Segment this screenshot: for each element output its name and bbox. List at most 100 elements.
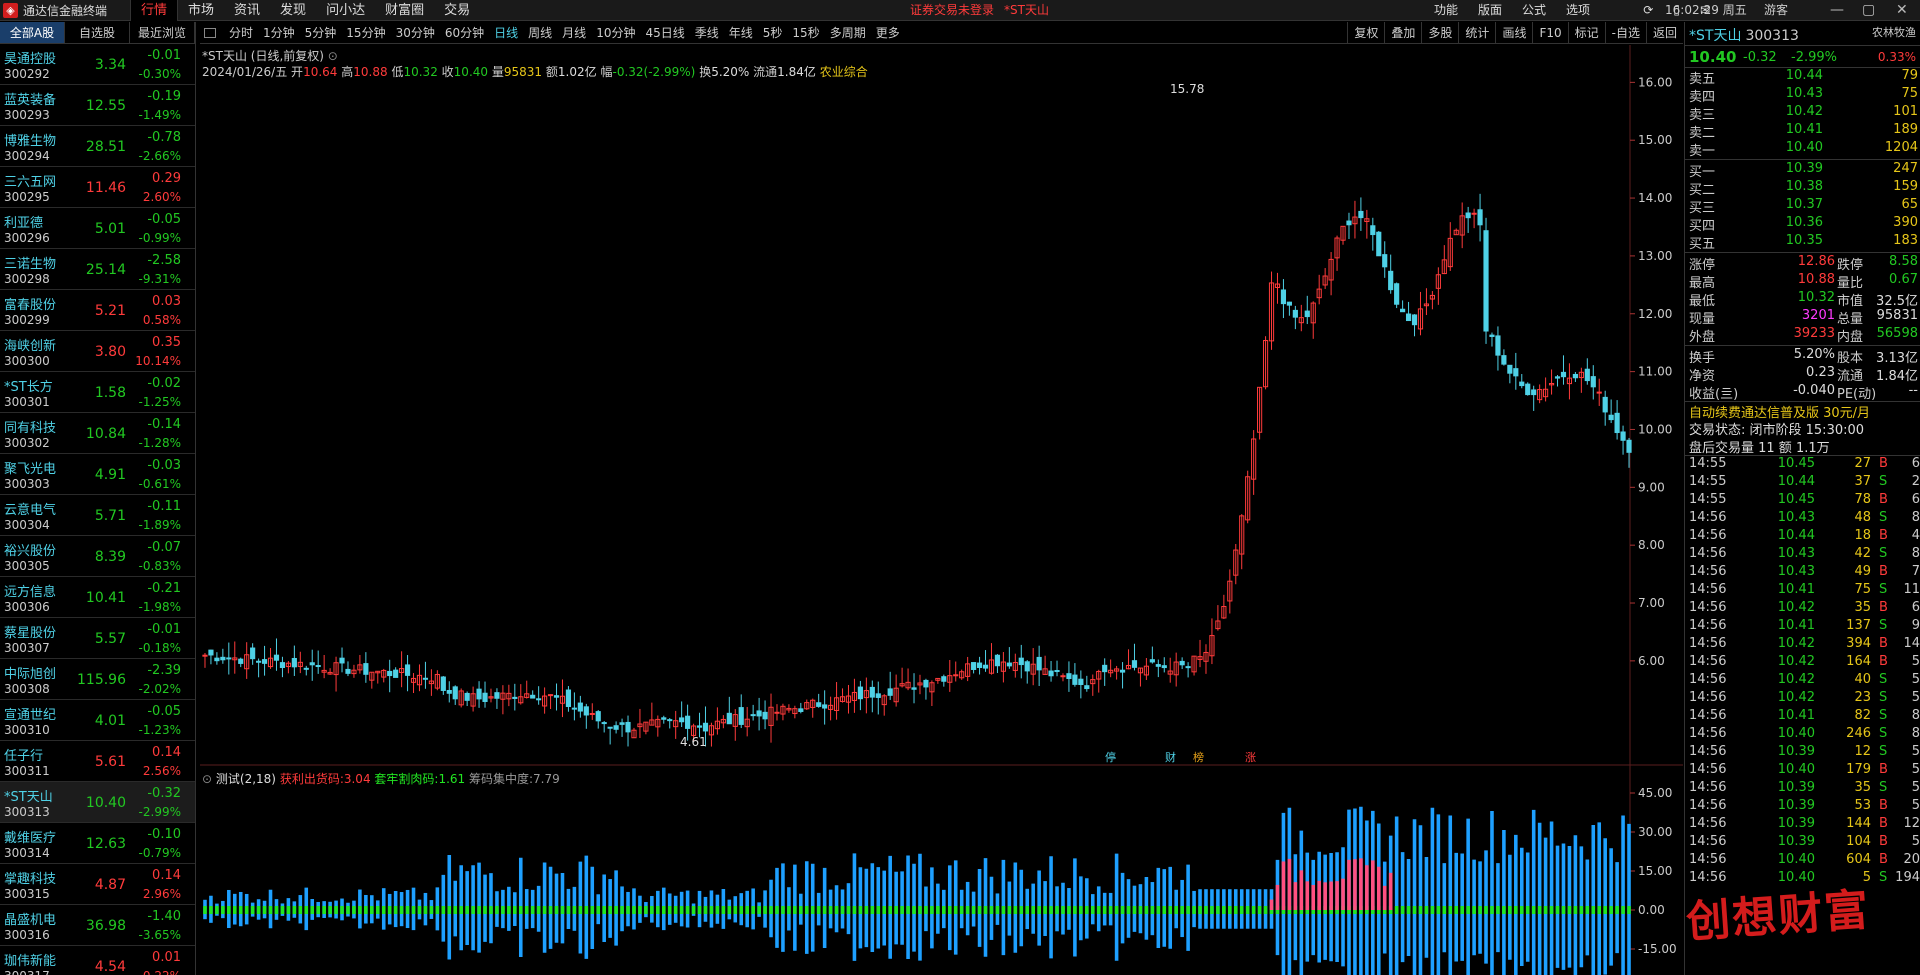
stock-row[interactable]: 聚飞光电 300303 4.91 -0.03 -0.61% — [0, 454, 195, 495]
stock-row[interactable]: 远方信息 300306 10.41 -0.21 -1.98% — [0, 577, 195, 618]
watermark-logo: 创想财富 — [1684, 884, 1872, 949]
period-tab-5[interactable]: 60分钟 — [440, 24, 489, 41]
menu-1[interactable]: 市场 — [178, 0, 224, 21]
info-sector[interactable]: 农业综合 — [820, 65, 868, 79]
period-tab-10[interactable]: 45日线 — [640, 24, 689, 41]
stock-row[interactable]: 晶盛机电 300316 36.98 -1.40 -3.65% — [0, 905, 195, 946]
tick-count: 14 — [1903, 636, 1920, 651]
tool-0[interactable]: 功能 — [1424, 0, 1468, 21]
chart-tool-0[interactable]: 复权 — [1347, 22, 1384, 44]
stock-row[interactable]: 宣通世纪 300310 4.01 -0.05 -1.23% — [0, 700, 195, 741]
tick-list[interactable]: 14:55 10.45 27 B 6 14:55 10.44 37 S 2 14:55 10.45 78… — [1685, 455, 1920, 888]
stock-price: 115.96 — [77, 672, 126, 688]
stock-row[interactable]: 云意电气 300304 5.71 -0.11 -1.89% — [0, 495, 195, 536]
minimize-icon[interactable]: — — [1830, 0, 1844, 21]
stock-row[interactable]: 珈伟新能300317 4.54 0.01 0.22% — [0, 946, 195, 975]
refresh-icon[interactable]: ⟳ — [1633, 0, 1663, 21]
menu-4[interactable]: 问小达 — [316, 0, 375, 21]
tick-count: 2 — [1911, 474, 1920, 489]
info-high: 10.88 — [353, 65, 388, 79]
menu-0[interactable]: 行情 — [130, 0, 179, 21]
tick-row: 14:56 10.43 42 S 8 — [1685, 546, 1920, 564]
stock-row[interactable]: 裕兴股份 300305 8.39 -0.07 -0.83% — [0, 536, 195, 577]
candle-body — [1018, 657, 1024, 666]
chart-tool-4[interactable]: 画线 — [1495, 22, 1532, 44]
stock-row[interactable]: 掌趣科技 300315 4.87 0.14 2.96% — [0, 864, 195, 905]
tool-3[interactable]: 选项 — [1556, 0, 1600, 21]
list-tab-1[interactable]: 自选股 — [65, 22, 130, 43]
stat-row: 外盘 39233 内盘 56598 — [1685, 326, 1920, 345]
menu-6[interactable]: 交易 — [434, 0, 480, 21]
chart-tool-7[interactable]: -自选 — [1604, 22, 1646, 44]
period-tab-4[interactable]: 30分钟 — [391, 24, 440, 41]
stat-row: 最高 10.88 量比 0.67 — [1685, 272, 1920, 291]
chart-tool-5[interactable]: F10 — [1532, 22, 1567, 44]
period-tab-9[interactable]: 10分钟 — [591, 24, 640, 41]
period-tab-1[interactable]: 1分钟 — [258, 24, 300, 41]
stock-row[interactable]: 任子行 300311 5.61 0.14 2.56% — [0, 741, 195, 782]
info-date: 2024/01/26/五 — [202, 65, 288, 79]
chart-tool-1[interactable]: 叠加 — [1384, 22, 1421, 44]
period-tab-16[interactable]: 更多 — [871, 24, 905, 41]
menu-3[interactable]: 发现 — [270, 0, 316, 21]
guest-label[interactable]: 游客 — [1764, 0, 1788, 21]
stock-row[interactable]: 三诺生物 300298 25.14 -2.58 -9.31% — [0, 249, 195, 290]
tool-2[interactable]: 公式 — [1512, 0, 1556, 21]
chart-tool-3[interactable]: 统计 — [1458, 22, 1495, 44]
stock-change: -0.05 — [147, 704, 181, 719]
level-price: 10.38 — [1785, 179, 1823, 194]
sub-collapse-icon[interactable]: ⊙ — [202, 772, 212, 786]
menu-5[interactable]: 财富圈 — [375, 0, 434, 21]
tick-count: 5 — [1911, 744, 1920, 759]
chart-tool-8[interactable]: 返回 — [1645, 22, 1683, 44]
stock-row[interactable]: 同有科技 300302 10.84 -0.14 -1.28% — [0, 413, 195, 454]
candle-body — [976, 662, 983, 668]
period-tab-3[interactable]: 15分钟 — [341, 24, 390, 41]
kline-chart[interactable]: 16.00 15.00 14.00 13.00 12.00 11.00 10.00 9.00 8… — [200, 45, 1683, 975]
stock-row[interactable]: *ST长方 300301 1.58 -0.02 -1.25% — [0, 372, 195, 413]
stock-row[interactable]: 三六五网 300295 11.46 0.29 2.60% — [0, 167, 195, 208]
stock-row[interactable]: 蓝英装备 300293 12.55 -0.19 -1.49% — [0, 85, 195, 126]
stock-list-tabs: 全部A股 自选股 最近浏览 — [0, 22, 195, 44]
period-tab-14[interactable]: 15秒 — [787, 24, 824, 41]
chart-settings-icon[interactable]: ⊙ — [328, 49, 338, 63]
sub-title[interactable]: 测试(2,18) — [216, 772, 276, 786]
chart-area[interactable]: 16.00 15.00 14.00 13.00 12.00 11.00 10.00 9.00 8… — [200, 45, 1683, 975]
period-tab-15[interactable]: 多周期 — [825, 24, 871, 41]
period-tab-13[interactable]: 5秒 — [758, 24, 788, 41]
login-notice[interactable]: 证券交易未登录 *ST天山 — [910, 0, 1049, 21]
stock-row[interactable]: 博雅生物 300294 28.51 -0.78 -2.66% — [0, 126, 195, 167]
stock-row[interactable]: 富春股份 300299 5.21 0.03 0.58% — [0, 290, 195, 331]
tool-1[interactable]: 版面 — [1468, 0, 1512, 21]
maximize-icon[interactable]: ▢ — [1862, 0, 1875, 21]
ad-banner[interactable]: 自动续费通达信普及版 30元/月 — [1685, 401, 1920, 421]
menu-2[interactable]: 资讯 — [224, 0, 270, 21]
stock-row[interactable]: 戴维医疗 300314 12.63 -0.10 -0.79% — [0, 823, 195, 864]
period-tab-11[interactable]: 季线 — [690, 24, 724, 41]
period-tab-6[interactable]: 日线 — [489, 24, 523, 41]
stock-price: 3.80 — [94, 344, 126, 360]
stock-row[interactable]: 海峡创新 300300 3.80 0.35 10.14% — [0, 331, 195, 372]
stock-row[interactable]: 昊通控股 300292 3.34 -0.01 -0.30% — [0, 44, 195, 85]
y-tick-label: 14.00 — [1638, 191, 1672, 205]
panel-toggle-icon[interactable] — [204, 27, 216, 38]
period-tab-7[interactable]: 周线 — [523, 24, 557, 41]
tick-side: S — [1879, 474, 1888, 489]
login-notice-text[interactable]: 证券交易未登录 — [910, 3, 994, 17]
list-tab-2[interactable]: 最近浏览 — [130, 22, 195, 43]
stock-row[interactable]: *ST天山 300313 10.40 -0.32 -2.99% — [0, 782, 195, 823]
stock-row[interactable]: 中际旭创 300308 115.96 -2.39 -2.02% — [0, 659, 195, 700]
chart-tool-6[interactable]: 标记 — [1567, 22, 1605, 44]
level-price: 10.42 — [1785, 104, 1823, 119]
tick-price: 10.40 — [1777, 762, 1815, 777]
chart-tool-2[interactable]: 多股 — [1421, 22, 1458, 44]
stock-row[interactable]: 利亚德 300296 5.01 -0.05 -0.99% — [0, 208, 195, 249]
period-tab-8[interactable]: 月线 — [557, 24, 591, 41]
period-tab-0[interactable]: 分时 — [224, 24, 258, 41]
list-tab-0[interactable]: 全部A股 — [0, 22, 65, 43]
stock-row[interactable]: 蔡星股份 300307 5.57 -0.01 -0.18% — [0, 618, 195, 659]
close-icon[interactable]: ✕ — [1896, 0, 1908, 21]
period-tab-2[interactable]: 5分钟 — [300, 24, 342, 41]
industry-tag[interactable]: 农林牧渔 — [1868, 24, 1920, 40]
period-tab-12[interactable]: 年线 — [724, 24, 758, 41]
